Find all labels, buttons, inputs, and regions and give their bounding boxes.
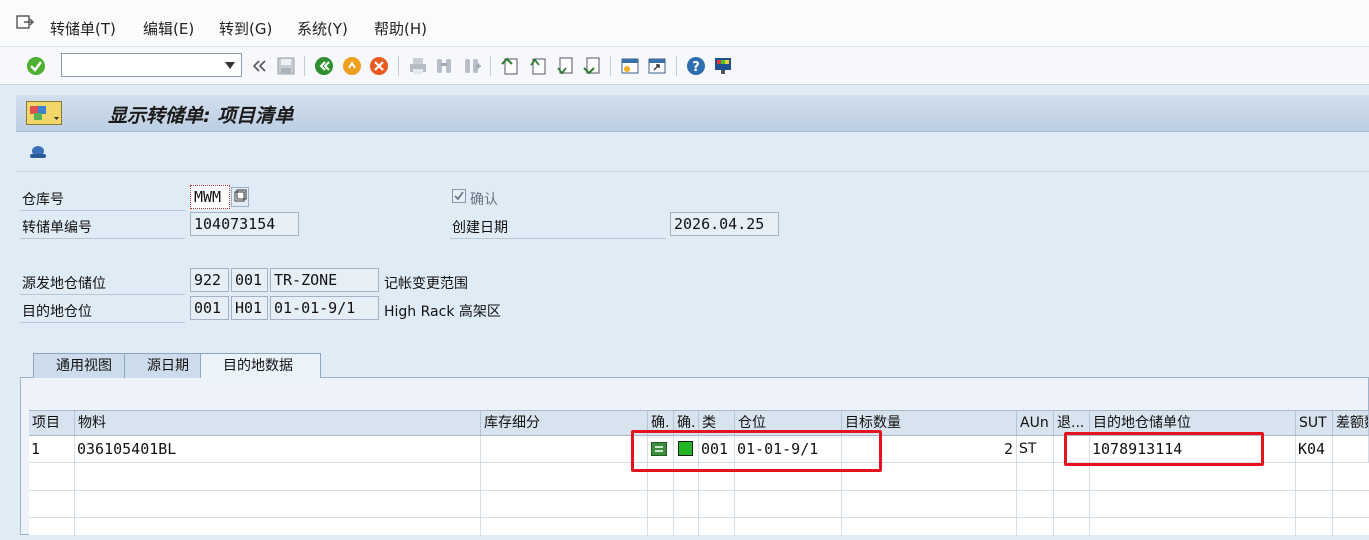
to-number-field[interactable]: 104073154 [190, 212, 299, 236]
cancel-icon[interactable] [369, 56, 389, 76]
new-session-icon[interactable] [620, 56, 640, 76]
source-bin-label: 源发地仓储位 [22, 276, 106, 292]
cell-difference[interactable] [1333, 436, 1369, 463]
source-bin-field[interactable]: TR-ZONE [270, 268, 379, 292]
label-underline [20, 210, 185, 211]
label-underline [20, 322, 185, 323]
warehouse-field[interactable]: MWM [190, 185, 230, 209]
menu-exit-icon[interactable] [16, 14, 34, 30]
label-underline [450, 238, 666, 239]
exit-icon[interactable] [342, 56, 362, 76]
possible-values-icon[interactable] [231, 187, 249, 207]
column-header-stock-split[interactable]: 库存细分 [481, 411, 648, 436]
source-description: 记帐变更范围 [384, 276, 468, 292]
dest-section-field[interactable]: H01 [231, 296, 268, 320]
tab-label: 通用视图 [56, 358, 112, 374]
tab-destination-data[interactable]: 目的地数据 [200, 353, 321, 378]
source-type-field[interactable]: 922 [190, 268, 229, 292]
last-page-icon[interactable] [582, 56, 602, 76]
cell-stock-split[interactable] [481, 436, 648, 463]
cell-material[interactable]: 036105401BL [75, 436, 481, 463]
tab-source-data[interactable]: 源日期 [124, 353, 209, 378]
toolbar-separator [304, 56, 305, 76]
title-bar: 显示转储单: 项目清单 [16, 95, 1369, 132]
column-header-sut[interactable]: SUT [1296, 411, 1333, 436]
enter-check-icon[interactable] [26, 56, 46, 76]
first-page-icon[interactable] [500, 56, 520, 76]
source-section-field[interactable]: 001 [231, 268, 268, 292]
menu-help[interactable]: 帮助(H) [374, 18, 427, 39]
column-header-aun[interactable]: AUn [1017, 411, 1054, 436]
item-table: 项目 物料 库存细分 确. 确. 类 仓位 目标数量 AUn 退... 目的地仓… [29, 410, 1369, 536]
created-date-field[interactable]: 2026.04.25 [670, 212, 779, 236]
column-header-material[interactable]: 物料 [75, 411, 481, 436]
chevron-down-icon[interactable] [225, 62, 235, 69]
save-icon[interactable] [276, 56, 296, 76]
customize-layout-icon[interactable] [713, 56, 733, 76]
menu-goto[interactable]: 转到(G) [219, 18, 272, 39]
toolbar-separator [676, 56, 677, 76]
collapse-icon[interactable] [250, 56, 270, 76]
toolbar-separator [610, 56, 611, 76]
dest-description: High Rack 高架区 [384, 304, 501, 320]
menu-system[interactable]: 系统(Y) [297, 18, 348, 39]
dest-bin-field[interactable]: 01-01-9/1 [270, 296, 379, 320]
empty-rows [29, 463, 1369, 536]
label-underline [20, 294, 185, 295]
svg-text:?: ? [692, 60, 700, 75]
tab-label: 源日期 [147, 358, 189, 374]
menu-edit[interactable]: 编辑(E) [143, 18, 194, 39]
column-header-difference[interactable]: 差额数 [1333, 411, 1369, 436]
find-next-icon[interactable] [462, 56, 482, 76]
help-icon[interactable]: ? [686, 56, 706, 76]
previous-page-icon[interactable] [528, 56, 548, 76]
tab-label: 目的地数据 [223, 358, 293, 374]
to-number-label: 转储单编号 [22, 220, 92, 236]
shortcut-icon[interactable] [647, 56, 667, 76]
back-icon[interactable] [314, 56, 334, 76]
cell-aun[interactable]: ST [1017, 436, 1054, 463]
created-date-label: 创建日期 [452, 220, 508, 236]
confirm-checkbox[interactable] [452, 189, 466, 203]
label-underline [20, 238, 185, 239]
command-field[interactable] [61, 53, 242, 77]
highlight-box-storage-unit [1064, 432, 1264, 466]
menu-bar: 转储单(T) 编辑(E) 转到(G) 系统(Y) 帮助(H) [0, 0, 1369, 47]
standard-toolbar: ? [0, 47, 1369, 85]
print-icon[interactable] [408, 56, 428, 76]
tab-general-view[interactable]: 通用视图 [33, 353, 134, 378]
cell-sut[interactable]: K04 [1296, 436, 1333, 463]
next-page-icon[interactable] [555, 56, 575, 76]
highlight-box-status-bin [631, 430, 882, 472]
dest-type-field[interactable]: 001 [190, 296, 229, 320]
application-toolbar [16, 132, 1369, 172]
display-hat-icon[interactable] [28, 142, 48, 162]
menu-transfer-order[interactable]: 转储单(T) [50, 18, 116, 39]
menu-button-icon[interactable] [26, 101, 62, 125]
warehouse-label: 仓库号 [22, 192, 64, 208]
empty-row-grid [29, 463, 1369, 536]
find-icon[interactable] [434, 56, 454, 76]
column-header-item[interactable]: 项目 [29, 411, 75, 436]
toolbar-separator [398, 56, 399, 76]
dest-bin-label: 目的地仓位 [22, 304, 92, 320]
page-title: 显示转储单: 项目清单 [108, 105, 294, 127]
confirm-label: 确认 [470, 192, 498, 208]
cell-item[interactable]: 1 [29, 436, 75, 463]
toolbar-separator [490, 56, 491, 76]
